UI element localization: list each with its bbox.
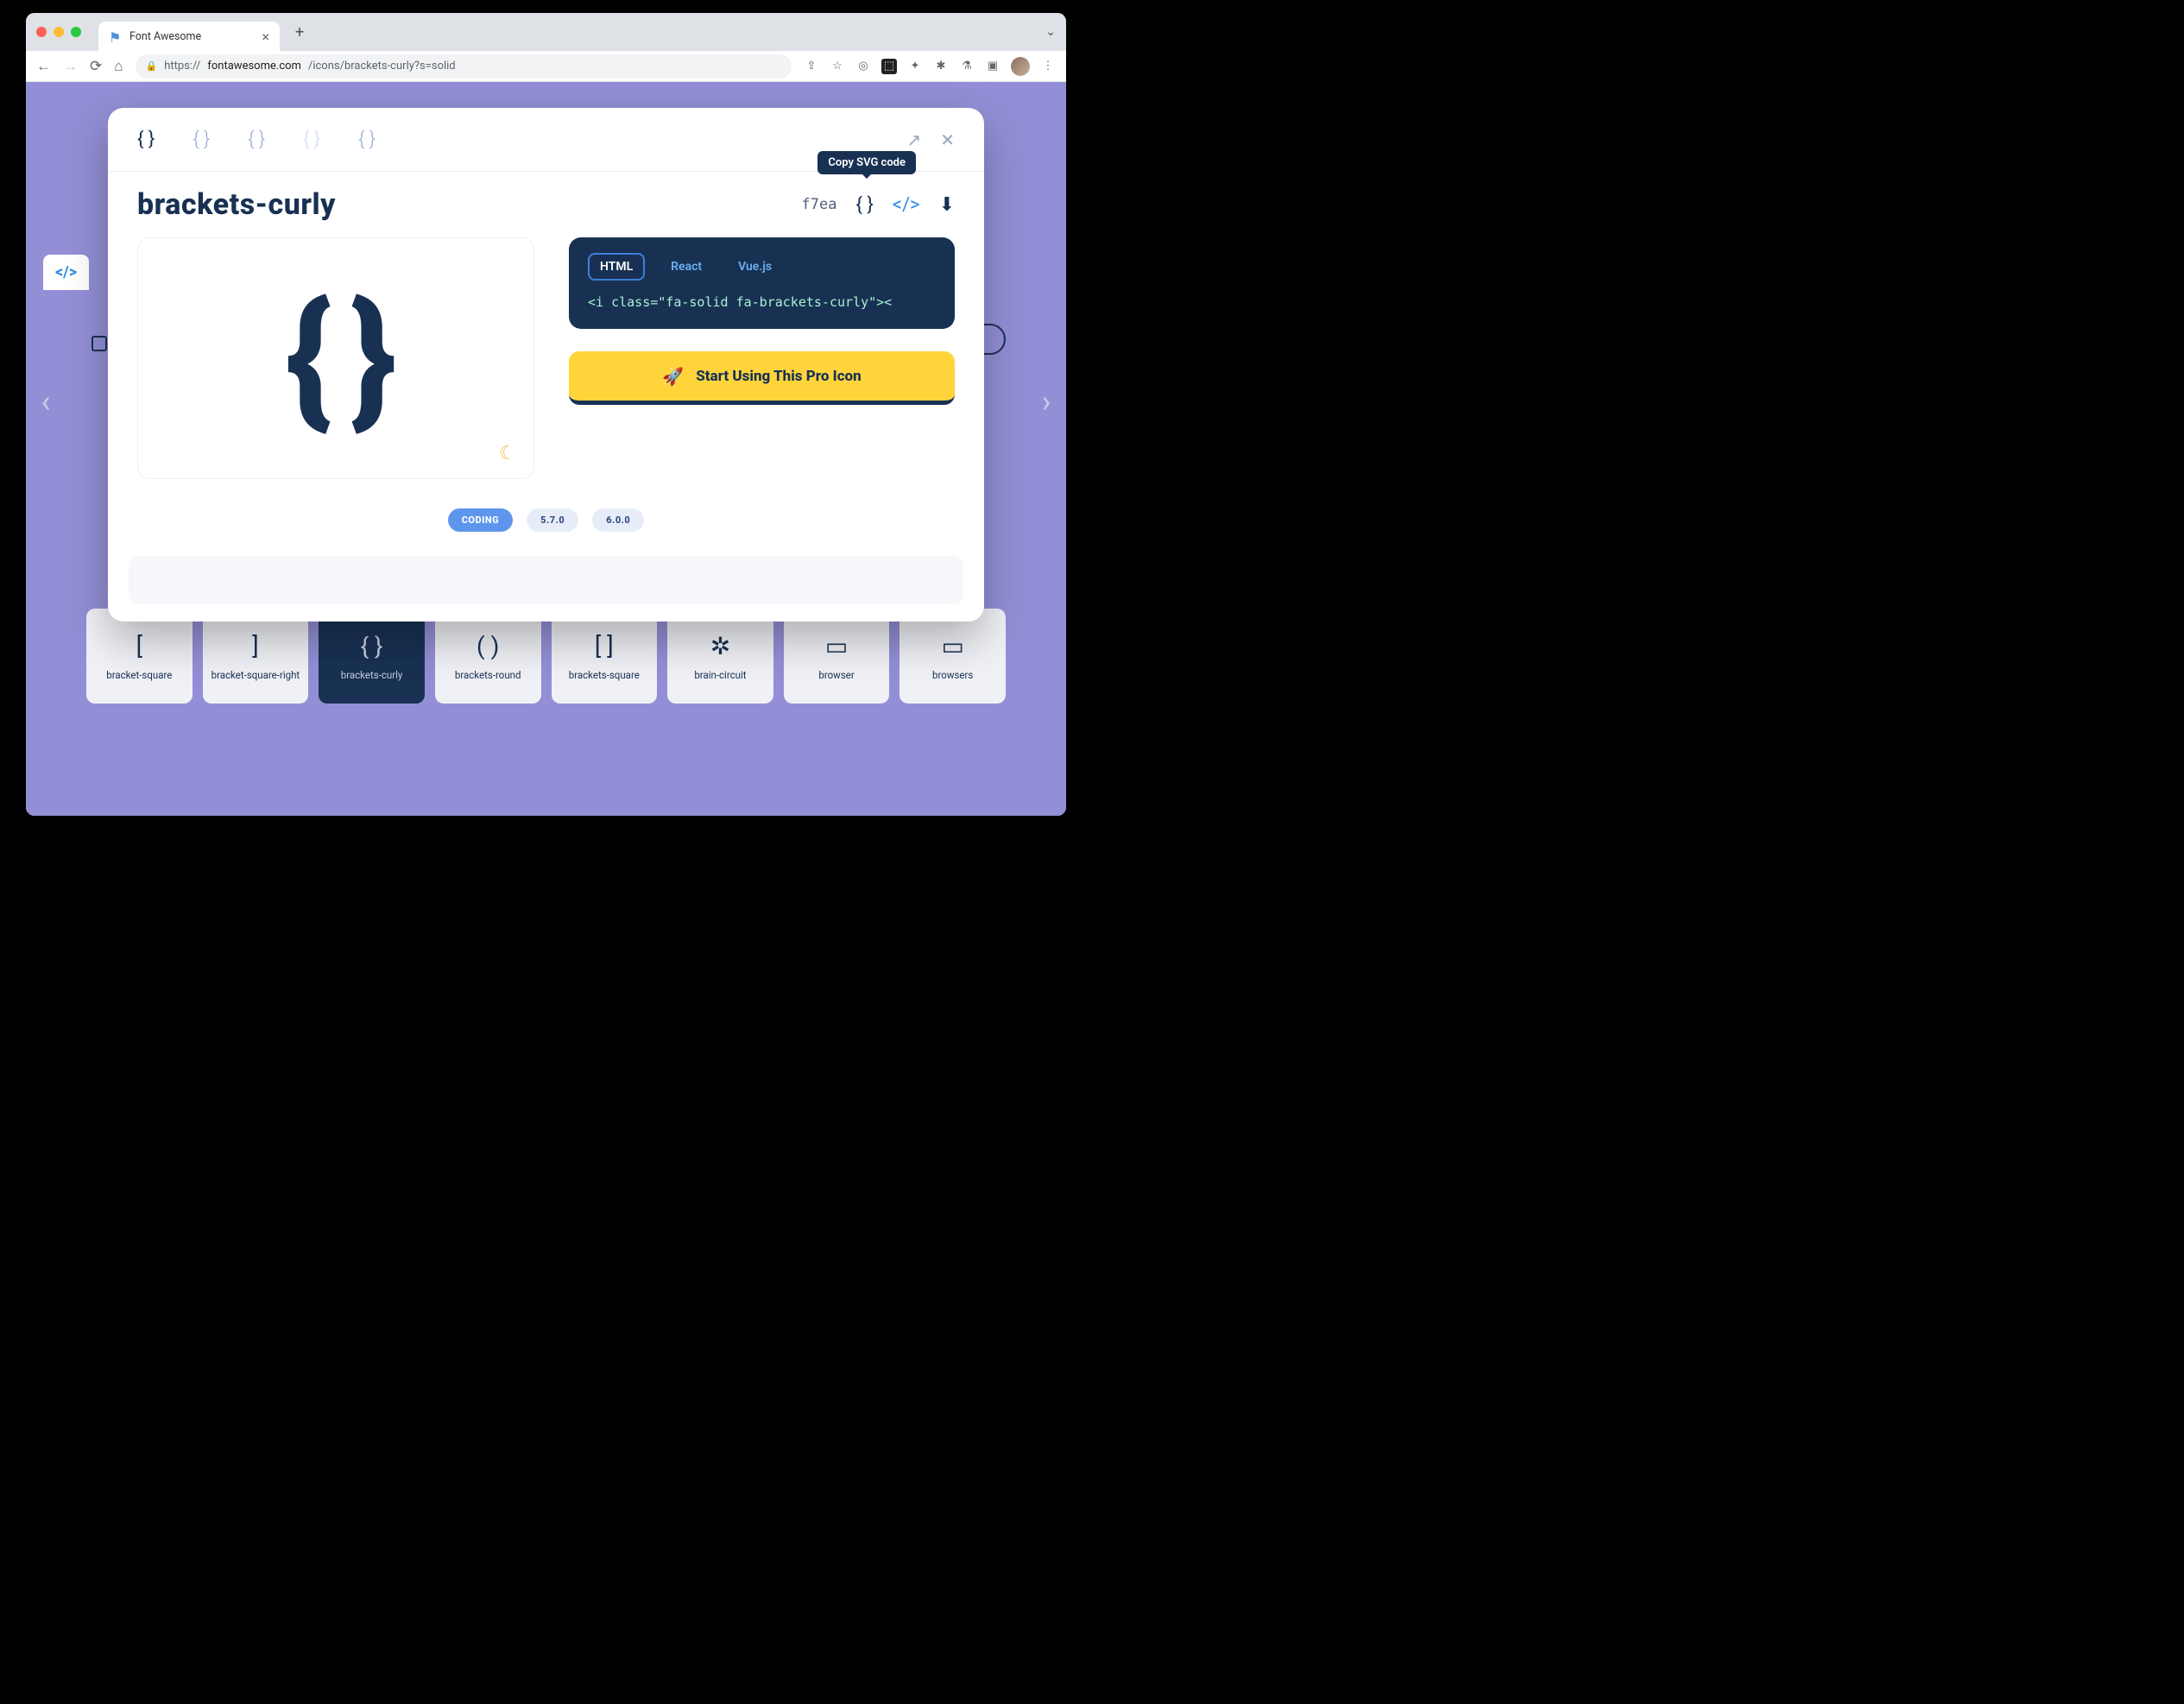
icon-detail-modal: { } { } { } { } { } ↗ ✕ Copy SVG code br… xyxy=(108,108,984,622)
minimize-window-icon[interactable] xyxy=(54,27,64,37)
icon-grid: [ bracket-square] bracket-square-right { } b… xyxy=(86,609,1006,704)
regular-style-icon[interactable]: { } xyxy=(193,129,210,150)
code-tab[interactable]: </> xyxy=(43,255,89,290)
extension-icon[interactable]: ◎ xyxy=(855,59,871,74)
download-icon[interactable]: ⬇ xyxy=(939,194,955,216)
new-tab-button[interactable]: + xyxy=(287,23,312,41)
tab-react[interactable]: React xyxy=(660,255,712,279)
glyph-icon: ▭ xyxy=(941,632,963,660)
tab-title: Font Awesome xyxy=(129,30,255,43)
chip-version[interactable]: 5.7.0 xyxy=(527,508,578,532)
icon-card[interactable]: ▭ browser xyxy=(784,609,890,704)
cta-label: Start Using This Pro Icon xyxy=(696,368,862,385)
thin-style-icon[interactable]: { } xyxy=(303,129,320,150)
icon-card[interactable]: { } brackets-curly xyxy=(319,609,425,704)
icon-label: bracket-square xyxy=(106,669,172,681)
maximize-window-icon[interactable] xyxy=(71,27,81,37)
code-snippet-panel: HTML React Vue.js <i class="fa-solid fa-… xyxy=(569,237,955,329)
icon-label: brackets-round xyxy=(455,669,521,681)
toolbar-actions: ⇪ ☆ ◎ ⬚ ✦ ✱ ⚗ ▣ ⋮ xyxy=(804,57,1056,76)
glyph-icon: { } xyxy=(361,632,383,660)
glyph-icon: ▭ xyxy=(825,632,848,660)
browser-window: ⚑ Font Awesome × + ⌄ ← → ⟳ ⌂ 🔒 https:// f… xyxy=(26,13,1066,816)
browser-tab[interactable]: ⚑ Font Awesome × xyxy=(98,22,280,51)
panel-icon[interactable]: ▣ xyxy=(985,59,1000,74)
icon-label: brackets-curly xyxy=(341,669,403,681)
moon-icon[interactable]: ☾ xyxy=(499,443,516,464)
tag-chips: CODING 5.7.0 6.0.0 xyxy=(137,508,955,532)
icon-card[interactable]: [ ] brackets-square xyxy=(552,609,658,704)
icon-label: bracket-square-right xyxy=(211,669,300,681)
close-icon[interactable]: ✕ xyxy=(940,129,955,150)
url-prefix: https:// xyxy=(164,60,200,73)
style-variants: { } { } { } { } { } xyxy=(137,129,376,150)
extension-icon[interactable]: ✦ xyxy=(907,59,923,74)
duotone-style-icon[interactable]: { } xyxy=(358,129,376,150)
start-using-button[interactable]: 🚀 Start Using This Pro Icon xyxy=(569,351,955,405)
glyph-icon: [ ] xyxy=(595,632,614,660)
icon-label: browsers xyxy=(932,669,973,681)
glyph-icon: ( ) xyxy=(477,632,499,660)
icon-card[interactable]: ( ) brackets-round xyxy=(435,609,541,704)
brackets-curly-icon: { } xyxy=(286,272,387,445)
extension-icon[interactable]: ⬚ xyxy=(881,59,897,74)
icon-card[interactable]: ▭ browsers xyxy=(899,609,1006,704)
browser-toolbar: ← → ⟳ ⌂ 🔒 https:// fontawesome.com/icons/… xyxy=(26,51,1066,82)
puzzle-icon[interactable]: ✱ xyxy=(933,59,949,74)
brackets-curly-icon[interactable]: { } xyxy=(855,194,873,216)
menu-icon[interactable]: ⋮ xyxy=(1040,59,1056,74)
prev-arrow-icon[interactable]: ‹ xyxy=(33,376,59,427)
share-icon[interactable]: ⇪ xyxy=(804,59,819,74)
flask-icon[interactable]: ⚗ xyxy=(959,59,975,74)
icon-name: brackets-curly xyxy=(137,187,336,222)
icon-label: browser xyxy=(818,669,854,681)
flag-icon: ⚑ xyxy=(109,29,123,43)
code-icon[interactable]: </> xyxy=(893,194,920,216)
page-content: </> ‹ › [ bracket-square] bracket-square-r… xyxy=(26,82,1066,816)
chip-version[interactable]: 6.0.0 xyxy=(592,508,644,532)
tab-vue[interactable]: Vue.js xyxy=(728,255,782,279)
code-tabs: HTML React Vue.js xyxy=(588,253,936,281)
tooltip: Copy SVG code xyxy=(817,151,916,174)
icon-card[interactable]: [ bracket-square xyxy=(86,609,193,704)
light-style-icon[interactable]: { } xyxy=(248,129,265,150)
glyph-icon: [ xyxy=(136,632,142,660)
modal-footer xyxy=(129,556,963,604)
glyph-icon: ] xyxy=(252,632,258,660)
chevron-down-icon[interactable]: ⌄ xyxy=(1045,25,1056,39)
close-window-icon[interactable] xyxy=(36,27,47,37)
rocket-icon: 🚀 xyxy=(662,366,684,387)
reload-icon[interactable]: ⟳ xyxy=(90,58,102,75)
icon-label: brain-circuit xyxy=(694,669,746,681)
tab-html[interactable]: HTML xyxy=(588,253,645,281)
star-icon[interactable]: ☆ xyxy=(830,59,845,74)
address-bar[interactable]: 🔒 https:// fontawesome.com/icons/brackets… xyxy=(136,54,792,79)
icon-card[interactable]: ] bracket-square-right xyxy=(203,609,309,704)
url-path: /icons/brackets-curly?s=solid xyxy=(308,60,456,73)
code-snippet[interactable]: <i class="fa-solid fa-brackets-curly">< xyxy=(588,294,936,310)
open-external-icon[interactable]: ↗ xyxy=(906,129,921,150)
url-host: fontawesome.com xyxy=(207,60,301,73)
lock-icon: 🔒 xyxy=(146,60,158,72)
solid-style-icon[interactable]: { } xyxy=(137,129,155,150)
home-icon[interactable]: ⌂ xyxy=(114,58,123,75)
traffic-lights xyxy=(36,27,81,37)
unicode-codepoint[interactable]: f7ea xyxy=(801,196,836,213)
back-icon[interactable]: ← xyxy=(36,58,51,75)
tab-strip: ⚑ Font Awesome × + ⌄ xyxy=(26,13,1066,51)
forward-icon[interactable]: → xyxy=(63,58,78,75)
next-arrow-icon[interactable]: › xyxy=(1033,376,1059,427)
close-icon[interactable]: × xyxy=(262,28,269,45)
icon-label: brackets-square xyxy=(569,669,640,681)
avatar[interactable] xyxy=(1011,57,1030,76)
glyph-icon: ✲ xyxy=(710,632,730,660)
icon-preview: { } ☾ xyxy=(137,237,534,479)
icon-card[interactable]: ✲ brain-circuit xyxy=(667,609,773,704)
chip-category[interactable]: CODING xyxy=(448,508,513,532)
